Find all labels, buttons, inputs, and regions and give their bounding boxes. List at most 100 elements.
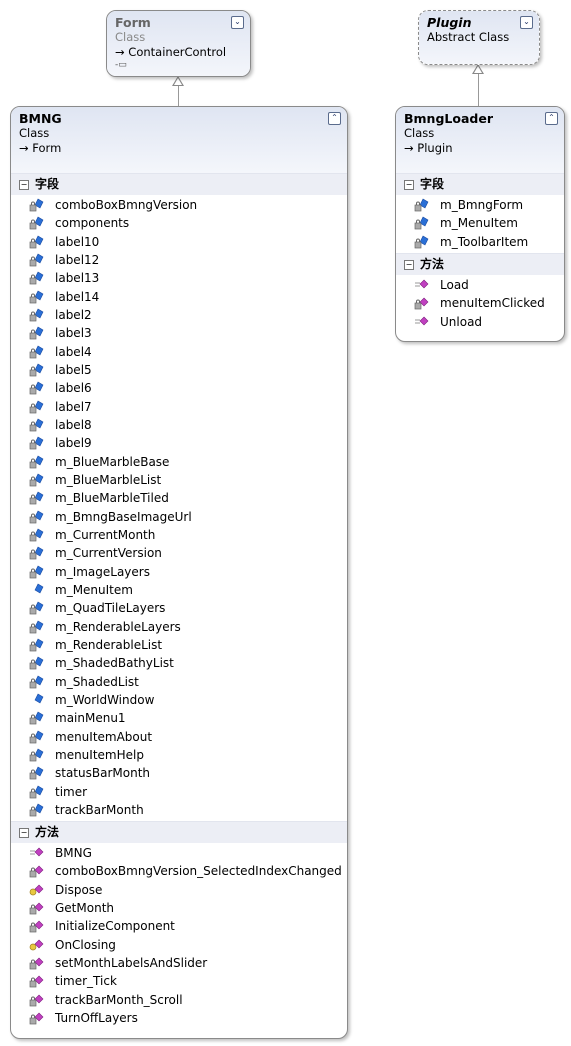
field-row[interactable]: m_CurrentVersion bbox=[11, 544, 347, 562]
field-row[interactable]: label10 bbox=[11, 233, 347, 251]
field-row[interactable]: m_BlueMarbleTiled bbox=[11, 489, 347, 507]
field-public-icon bbox=[34, 583, 44, 594]
field-row[interactable]: m_ToolbarItem bbox=[396, 233, 564, 251]
member-name: m_RenderableList bbox=[55, 637, 163, 652]
collapse-icon[interactable]: − bbox=[19, 180, 29, 190]
field-row[interactable]: m_CurrentMonth bbox=[11, 526, 347, 544]
collapse-icon[interactable]: − bbox=[404, 259, 414, 270]
fields-section-header[interactable]: − 字段 bbox=[11, 173, 347, 195]
field-row[interactable]: m_WorldWindow bbox=[11, 691, 347, 709]
field-row[interactable]: m_QuadTileLayers bbox=[11, 599, 347, 617]
field-private-icon bbox=[29, 803, 44, 817]
collapse-icon[interactable]: − bbox=[19, 828, 29, 839]
method-row[interactable]: BMNG bbox=[11, 844, 347, 862]
member-name: OnClosing bbox=[55, 937, 116, 952]
field-private-icon bbox=[29, 400, 44, 413]
method-row[interactable]: comboBoxBmngVersion_SelectedIndexChanged bbox=[11, 862, 347, 880]
class-name: Form bbox=[115, 15, 151, 30]
field-private-icon bbox=[29, 546, 44, 560]
member-name: m_RenderableLayers bbox=[55, 619, 181, 634]
expand-button[interactable]: ⌄ bbox=[520, 16, 533, 29]
method-row[interactable]: trackBarMonth_Scroll bbox=[11, 991, 347, 1009]
method-row[interactable]: InitializeComponent bbox=[11, 917, 347, 935]
expand-button[interactable]: ⌄ bbox=[231, 16, 244, 29]
field-private-icon bbox=[414, 235, 429, 249]
field-row[interactable]: m_BmngBaseImageUrl bbox=[11, 508, 347, 526]
section-label: 字段 bbox=[420, 177, 445, 191]
fields-list: comboBoxBmngVersion components label10 labe… bbox=[11, 195, 347, 821]
field-private-icon bbox=[29, 345, 44, 358]
method-row[interactable]: Load bbox=[396, 276, 564, 294]
field-row[interactable]: label2 bbox=[11, 306, 347, 324]
field-row[interactable]: m_RenderableList bbox=[11, 636, 347, 654]
method-private-icon bbox=[29, 902, 44, 915]
class-bmngloader[interactable]: BmngLoader Class → Plugin ⌃ − 字段 m_BmngFo… bbox=[395, 106, 565, 342]
member-name: m_CurrentMonth bbox=[55, 527, 156, 542]
collapse-button[interactable]: ⌃ bbox=[328, 112, 341, 125]
field-row[interactable]: menuItemHelp bbox=[11, 746, 347, 764]
field-private-icon bbox=[414, 198, 429, 212]
field-row[interactable]: label12 bbox=[11, 251, 347, 269]
field-row[interactable]: m_BlueMarbleList bbox=[11, 471, 347, 489]
field-public-icon bbox=[34, 693, 44, 704]
field-row[interactable]: m_ShadedList bbox=[11, 673, 347, 691]
class-name: BMNG bbox=[19, 111, 62, 126]
field-row[interactable]: menuItemAbout bbox=[11, 728, 347, 746]
class-plugin[interactable]: Plugin Abstract Class ⌄ bbox=[418, 10, 540, 65]
field-row[interactable]: m_ImageLayers bbox=[11, 563, 347, 581]
class-name: BmngLoader bbox=[404, 111, 493, 126]
collapse-button[interactable]: ⌃ bbox=[545, 112, 558, 125]
field-private-icon bbox=[29, 491, 44, 505]
methods-section-header[interactable]: − 方法 bbox=[396, 252, 564, 275]
field-row[interactable]: label3 bbox=[11, 324, 347, 342]
field-row[interactable]: m_MenuItem bbox=[11, 581, 347, 599]
method-row[interactable]: OnClosing bbox=[11, 936, 347, 954]
methods-section-header[interactable]: − 方法 bbox=[11, 821, 347, 844]
inheritance-arrow-plugin bbox=[472, 64, 484, 74]
member-name: m_MenuItem bbox=[55, 582, 133, 597]
method-row[interactable]: GetMonth bbox=[11, 899, 347, 917]
fields-section-header[interactable]: − 字段 bbox=[396, 173, 564, 195]
class-form[interactable]: Form Class → ContainerControl -▭ ⌄ bbox=[106, 10, 251, 77]
class-name: Plugin bbox=[427, 15, 472, 30]
field-row[interactable]: mainMenu1 bbox=[11, 709, 347, 727]
member-name: label10 bbox=[55, 234, 100, 249]
member-name: timer bbox=[55, 784, 88, 799]
field-row[interactable]: label14 bbox=[11, 288, 347, 306]
method-row[interactable]: menuItemClicked bbox=[396, 294, 564, 312]
field-row[interactable]: components bbox=[11, 214, 347, 232]
field-row[interactable]: label9 bbox=[11, 434, 347, 452]
member-name: InitializeComponent bbox=[55, 919, 175, 934]
field-row[interactable]: m_MenuItem bbox=[396, 214, 564, 232]
class-kind: Class bbox=[19, 126, 50, 140]
field-row[interactable]: m_RenderableLayers bbox=[11, 618, 347, 636]
field-row[interactable]: timer bbox=[11, 783, 347, 801]
method-row[interactable]: setMonthLabelsAndSlider bbox=[11, 954, 347, 972]
field-row[interactable]: label13 bbox=[11, 269, 347, 287]
method-row[interactable]: Dispose bbox=[11, 881, 347, 899]
field-row[interactable]: comboBoxBmngVersion bbox=[11, 196, 347, 214]
field-row[interactable]: label5 bbox=[11, 361, 347, 379]
field-private-icon bbox=[29, 711, 44, 725]
method-row[interactable]: timer_Tick bbox=[11, 972, 347, 990]
field-row[interactable]: trackBarMonth bbox=[11, 801, 347, 819]
method-private-icon bbox=[414, 297, 429, 310]
field-row[interactable]: label8 bbox=[11, 416, 347, 434]
field-row[interactable]: label6 bbox=[11, 379, 347, 397]
base-class: → Plugin bbox=[404, 141, 453, 155]
member-name: label4 bbox=[55, 344, 92, 359]
method-row[interactable]: TurnOffLayers bbox=[11, 1009, 347, 1027]
class-bmng[interactable]: BMNG Class → Form ⌃ − 字段 comboBoxBmngVers… bbox=[10, 106, 348, 1039]
inheritance-line-bmng-form bbox=[178, 86, 179, 106]
method-row[interactable]: Unload bbox=[396, 313, 564, 331]
field-row[interactable]: label4 bbox=[11, 343, 347, 361]
member-name: GetMonth bbox=[55, 901, 114, 916]
field-row[interactable]: m_BmngForm bbox=[396, 196, 564, 214]
field-row[interactable]: m_ShadedBathyList bbox=[11, 654, 347, 672]
member-name: mainMenu1 bbox=[55, 711, 126, 726]
field-row[interactable]: statusBarMonth bbox=[11, 764, 347, 782]
collapse-icon[interactable]: − bbox=[404, 180, 414, 190]
field-private-icon bbox=[29, 235, 44, 249]
field-row[interactable]: m_BlueMarbleBase bbox=[11, 453, 347, 471]
field-row[interactable]: label7 bbox=[11, 398, 347, 416]
